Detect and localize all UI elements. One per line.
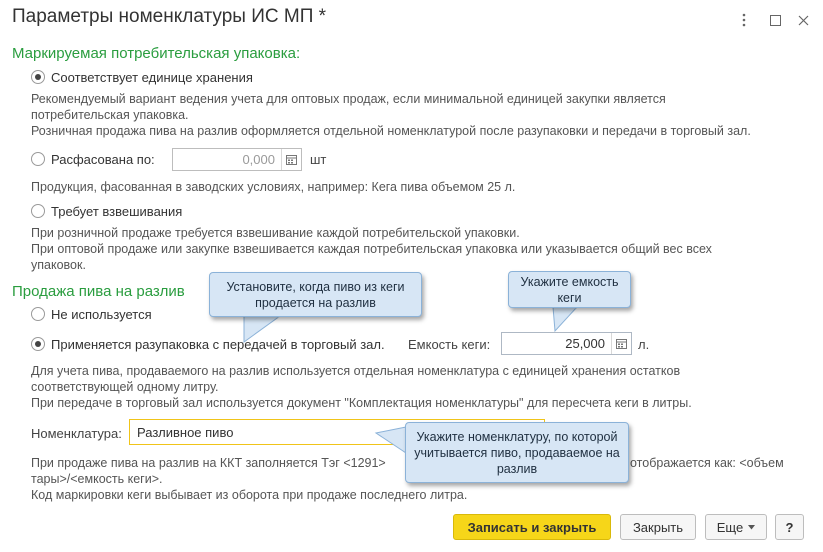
radio-unit-label: Соответствует единице хранения [51, 69, 253, 85]
note-2: тары>/<емкость кеги>. [31, 472, 163, 486]
radio-unit-circle[interactable] [31, 70, 45, 84]
more-button-label: Еще [716, 519, 744, 535]
kebab-menu-icon[interactable] [734, 11, 754, 29]
tooltip-keg-tail [243, 316, 281, 343]
note-3: Код маркировки кеги выбывает из оборота … [31, 488, 468, 502]
save-and-close-button[interactable]: Записать и закрыть [453, 514, 611, 540]
maximize-icon[interactable] [765, 11, 785, 29]
packed-quantity-value[interactable]: 0,000 [173, 152, 281, 167]
help-button[interactable]: ? [775, 514, 804, 540]
radio-unit-desc-2: потребительская упаковка. [31, 108, 189, 122]
draft-desc-3: При передаче в торговый зал используется… [31, 396, 692, 410]
radio-weigh-desc-1: При розничной продаже требуется взвешива… [31, 226, 520, 240]
chevron-down-icon [748, 524, 756, 529]
calendar-icon[interactable] [281, 149, 301, 170]
radio-not-used[interactable]: Не используется [31, 305, 152, 323]
more-button[interactable]: Еще [705, 514, 767, 540]
radio-weigh-desc-2: При оптовой продаже или закупке взвешива… [31, 242, 712, 256]
radio-unit-desc-3: Розничная продажа пива на разлив оформля… [31, 124, 751, 138]
note-1-end: отображается как: <объем [630, 456, 784, 470]
tooltip-keg-sold: Установите, когда пиво из кеги продается… [209, 272, 422, 317]
radio-unit[interactable]: Соответствует единице хранения [31, 68, 253, 86]
note-1-start: При продаже пива на разлив на ККТ заполн… [31, 456, 386, 470]
packaging-section-heading: Маркируемая потребительская упаковка: [12, 45, 301, 62]
radio-unit-desc-1: Рекомендуемый вариант ведения учета для … [31, 92, 666, 106]
draft-section-heading: Продажа пива на разлив [12, 283, 185, 300]
tooltip-nomenclature-text: Укажите номенклатуру, по которой учитыва… [414, 429, 620, 476]
radio-packed-desc: Продукция, фасованная в заводских услови… [31, 180, 516, 194]
tooltip-capacity: Укажите емкость кеги [508, 271, 631, 308]
nomenclature-label: Номенклатура: [31, 426, 122, 441]
tooltip-capacity-tail [552, 307, 578, 333]
capacity-field[interactable]: 25,000 [501, 332, 632, 355]
radio-weigh-circle[interactable] [31, 204, 45, 218]
packed-unit-label: шт [310, 152, 327, 167]
tooltip-capacity-text: Укажите емкость кеги [520, 274, 619, 305]
radio-packed-circle[interactable] [31, 152, 45, 166]
tooltip-nomenclature: Укажите номенклатуру, по которой учитыва… [405, 422, 629, 483]
radio-unpack-circle[interactable] [31, 337, 45, 351]
radio-not-used-circle[interactable] [31, 307, 45, 321]
radio-packed[interactable]: Расфасована по: [31, 150, 155, 168]
nomenclature-value[interactable]: Разливное пиво [137, 425, 233, 440]
window-title: Параметры номенклатуры ИС МП * [12, 6, 327, 27]
radio-weigh-label: Требует взвешивания [51, 203, 183, 219]
radio-packed-label: Расфасована по: [51, 151, 155, 167]
draft-desc-1: Для учета пива, продаваемого на разлив и… [31, 364, 681, 378]
radio-weigh[interactable]: Требует взвешивания [31, 202, 182, 220]
close-icon[interactable] [793, 11, 813, 29]
capacity-value[interactable]: 25,000 [502, 336, 611, 351]
close-button[interactable]: Закрыть [620, 514, 696, 540]
draft-desc-2: соответствующей одному литру. [31, 380, 219, 394]
capacity-unit-label: л. [638, 337, 650, 352]
calendar-icon[interactable] [611, 333, 631, 354]
radio-unpack-label: Применяется разупаковка с передачей в то… [51, 336, 385, 352]
radio-not-used-label: Не используется [51, 306, 152, 322]
radio-unpack[interactable]: Применяется разупаковка с передачей в то… [31, 335, 385, 353]
packed-quantity-field[interactable]: 0,000 [172, 148, 302, 171]
tooltip-keg-sold-text: Установите, когда пиво из кеги продается… [226, 279, 405, 310]
radio-weigh-desc-3: упаковок. [31, 258, 86, 272]
capacity-label: Емкость кеги: [408, 337, 491, 352]
